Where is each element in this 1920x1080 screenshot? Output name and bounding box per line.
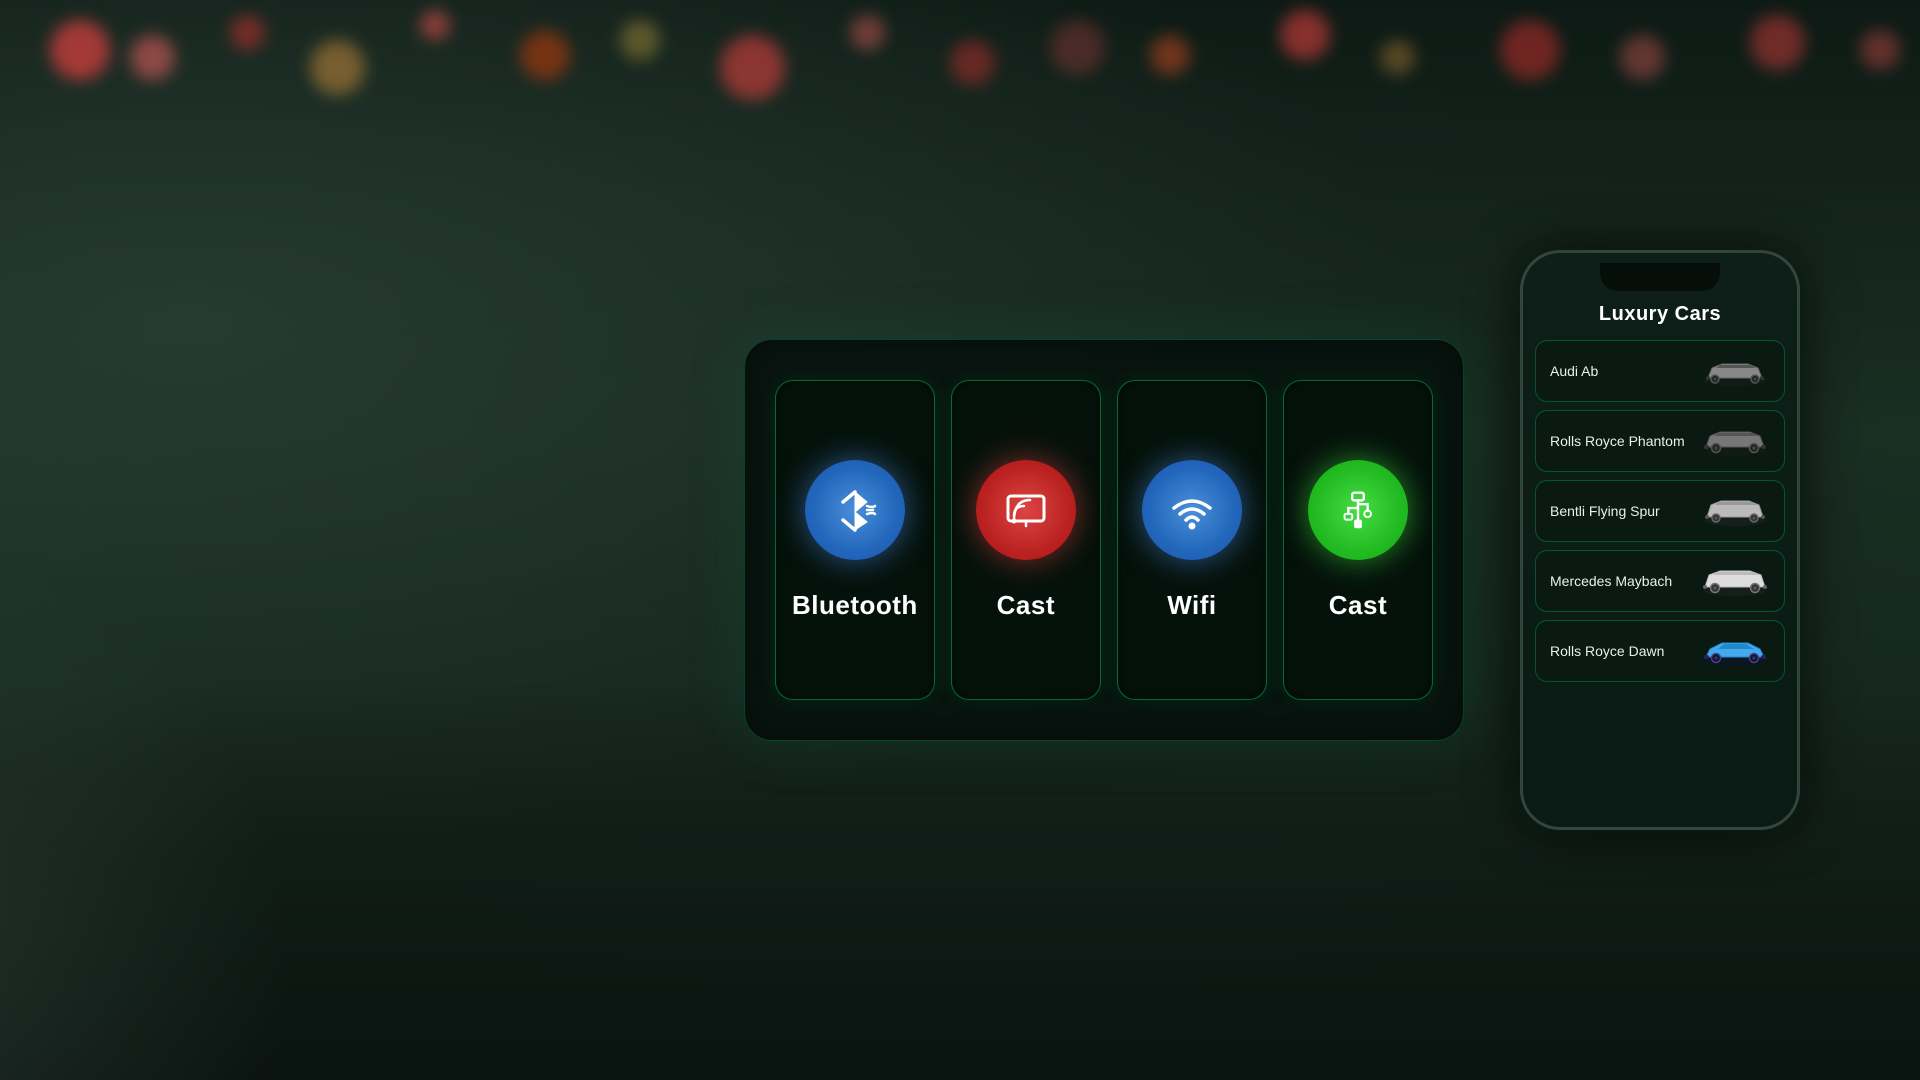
usb-icon bbox=[1333, 485, 1383, 535]
infotainment-panel: Bluetooth Cas bbox=[744, 339, 1464, 741]
luxury-cars-title: Luxury Cars bbox=[1599, 303, 1721, 325]
wifi-label: Wifi bbox=[1167, 590, 1216, 621]
cast1-button[interactable]: Cast bbox=[951, 380, 1101, 700]
wifi-button[interactable]: Wifi bbox=[1117, 380, 1267, 700]
cast-red-icon bbox=[1000, 484, 1052, 536]
phone-mockup: Luxury Cars Audi Ab Rolls Royce Phantom … bbox=[1520, 250, 1800, 830]
car-name: Bentli Flying Spur bbox=[1550, 502, 1690, 520]
car-name: Audi Ab bbox=[1550, 362, 1690, 380]
cast2-label: Cast bbox=[1329, 590, 1387, 621]
bluetooth-label: Bluetooth bbox=[792, 590, 918, 621]
car-list-item[interactable]: Rolls Royce Phantom bbox=[1535, 410, 1785, 472]
car-name: Rolls Royce Dawn bbox=[1550, 642, 1690, 660]
phone-notch bbox=[1600, 263, 1720, 291]
connection-buttons: Bluetooth Cas bbox=[775, 380, 1433, 700]
car-list-item[interactable]: Rolls Royce Dawn bbox=[1535, 620, 1785, 682]
car-list-item[interactable]: Audi Ab bbox=[1535, 340, 1785, 402]
cast1-label: Cast bbox=[997, 590, 1055, 621]
cast-red-icon-circle bbox=[976, 460, 1076, 560]
car-image bbox=[1700, 351, 1770, 391]
car-list-item[interactable]: Mercedes Maybach bbox=[1535, 550, 1785, 612]
bluetooth-icon-circle bbox=[805, 460, 905, 560]
main-content: Bluetooth Cas bbox=[0, 0, 1920, 1080]
phone-header: Luxury Cars bbox=[1523, 291, 1797, 334]
wifi-icon bbox=[1166, 484, 1218, 536]
car-list: Audi Ab Rolls Royce Phantom Bentli Flyin… bbox=[1523, 334, 1797, 827]
bluetooth-icon bbox=[829, 484, 881, 536]
bluetooth-button[interactable]: Bluetooth bbox=[775, 380, 935, 700]
car-list-item[interactable]: Bentli Flying Spur bbox=[1535, 480, 1785, 542]
car-name: Rolls Royce Phantom bbox=[1550, 432, 1690, 450]
car-image bbox=[1700, 491, 1770, 531]
cast2-button[interactable]: Cast bbox=[1283, 380, 1433, 700]
car-image bbox=[1700, 631, 1770, 671]
cast-green-icon-circle bbox=[1308, 460, 1408, 560]
car-name: Mercedes Maybach bbox=[1550, 572, 1690, 590]
car-image bbox=[1700, 421, 1770, 461]
car-image bbox=[1700, 561, 1770, 601]
wifi-icon-circle bbox=[1142, 460, 1242, 560]
